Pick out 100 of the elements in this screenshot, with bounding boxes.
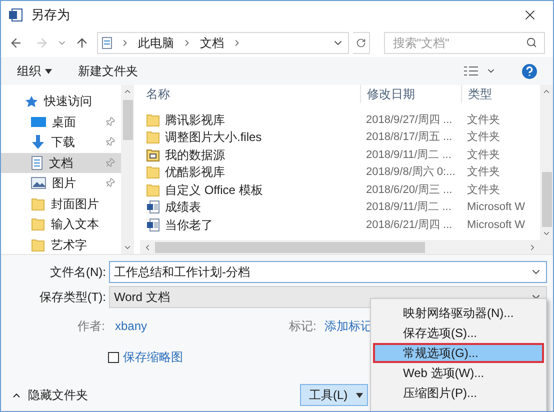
- document-icon: [146, 200, 160, 214]
- nav-item[interactable]: 图片: [1, 173, 121, 194]
- caret-icon: [356, 392, 363, 398]
- new-folder-button[interactable]: 新建文件夹: [78, 62, 138, 80]
- file-name: 当你老了: [165, 216, 213, 234]
- up-button[interactable]: [75, 36, 89, 50]
- breadcrumb[interactable]: 文档: [200, 34, 224, 52]
- back-button[interactable]: [9, 36, 23, 50]
- file-type: Microsoft W: [466, 218, 526, 232]
- nav-label: 文档: [49, 154, 73, 172]
- breadcrumb[interactable]: 此电脑: [138, 34, 174, 52]
- scroll-right-icon[interactable]: [528, 242, 537, 252]
- file-type: 文件夹: [466, 130, 501, 145]
- folder-icon: [146, 165, 160, 180]
- filename-label: 文件名(N):: [49, 264, 107, 281]
- refresh-icon: [356, 38, 366, 48]
- checkbox-label[interactable]: 保存缩略图: [123, 348, 183, 366]
- hide-folders-button[interactable]: 隐藏文件夹: [11, 386, 88, 404]
- file-row[interactable]: 优酷影视库 2018/9/8/周六 0:... 文件夹: [140, 164, 540, 181]
- scrollbar[interactable]: [121, 85, 134, 254]
- search-icon: [526, 37, 537, 48]
- scroll-down-icon[interactable]: [123, 243, 132, 252]
- nav-label: 桌面: [52, 114, 76, 131]
- file-date: 2018/9/27/周四 ...: [365, 112, 454, 128]
- nav-label: 图片: [52, 175, 76, 192]
- computer-icon: [102, 37, 112, 49]
- view-icon[interactable]: [464, 66, 478, 76]
- author-label: 作者:: [76, 318, 106, 335]
- scroll-up-icon[interactable]: [123, 87, 132, 96]
- search-field[interactable]: 搜索"文档": [384, 32, 545, 54]
- file-row[interactable]: 成绩表 2018/9/11/周二 ... Microsoft W: [140, 198, 540, 216]
- nav-item[interactable]: 艺术字: [1, 234, 121, 254]
- address-bar[interactable]: 此电脑 文档: [97, 32, 349, 54]
- author-link[interactable]: xbany: [115, 317, 279, 335]
- menu-item[interactable]: Web 选项(W)...: [373, 363, 544, 383]
- scroll-down-icon[interactable]: [542, 229, 551, 238]
- menu-item[interactable]: 常规选项(G)...: [373, 343, 544, 363]
- star-icon: [25, 94, 38, 108]
- file-name: 自定义 Office 模板: [165, 182, 263, 199]
- folder-icon: [31, 196, 45, 211]
- scroll-thumb[interactable]: [155, 242, 425, 252]
- file-date: 2018/9/8/周六 0:...: [365, 164, 456, 180]
- filename-field[interactable]: 工作总结和工作计划-分档: [109, 261, 547, 283]
- scroll-left-icon[interactable]: [143, 242, 152, 252]
- menu-item[interactable]: 保存选项(S)...: [373, 323, 544, 343]
- nav-label: 下载: [51, 134, 75, 152]
- file-row[interactable]: 调整图片大小.files 2018/8/17/周五 ... 文件夹: [140, 128, 540, 146]
- caret-icon: [45, 68, 52, 74]
- folder-icon: [31, 238, 45, 252]
- file-date: 2018/9/11/周二 ...: [365, 200, 452, 215]
- app-icon: [9, 8, 23, 22]
- refresh-button[interactable]: [352, 32, 370, 54]
- download-icon: [31, 135, 45, 150]
- file-date: 2018/6/21/周四 ...: [365, 218, 454, 232]
- file-row[interactable]: 当你老了 2018/6/21/周四 ... Microsoft W: [140, 216, 540, 234]
- column-header[interactable]: 修改日期: [360, 85, 461, 103]
- tags-label: 标记:: [289, 318, 316, 335]
- nav-item[interactable]: 文档: [1, 152, 121, 173]
- file-row[interactable]: 我的数据源 2018/9/11/周二 ... 文件夹: [140, 146, 540, 164]
- nav-item[interactable]: 下载: [1, 132, 121, 152]
- file-type: 文件夹: [466, 112, 501, 128]
- organize-button[interactable]: 组织: [17, 62, 52, 80]
- scrollbar[interactable]: [140, 240, 540, 254]
- folder-icon: [31, 217, 45, 232]
- scrollbar[interactable]: [540, 85, 553, 254]
- file-name: 成绩表: [165, 199, 201, 216]
- nav-item[interactable]: 快速访问: [1, 91, 121, 112]
- file-type: 文件夹: [466, 164, 501, 180]
- nav-item[interactable]: 输入文本: [1, 214, 121, 234]
- nav-item[interactable]: 桌面: [1, 112, 121, 132]
- type-label: 保存类型(T):: [38, 289, 107, 306]
- file-type: 文件夹: [466, 182, 501, 198]
- file-date: 2018/6/20/周三 ...: [365, 182, 454, 198]
- scroll-thumb[interactable]: [542, 172, 552, 227]
- checkbox[interactable]: [108, 352, 119, 362]
- file-date: 2018/8/17/周五 ...: [365, 130, 454, 145]
- nav-label: 快速访问: [44, 93, 92, 110]
- help-icon[interactable]: [522, 64, 537, 78]
- file-type: 文件夹: [466, 148, 501, 162]
- column-header[interactable]: 名称: [140, 85, 360, 103]
- scroll-thumb[interactable]: [122, 100, 132, 140]
- nav-label: 封面图片: [51, 196, 99, 213]
- file-row[interactable]: 腾讯影视库 2018/9/27/周四 ... 文件夹: [140, 111, 540, 128]
- nav-label: 艺术字: [51, 236, 87, 254]
- file-row[interactable]: 自定义 Office 模板 2018/6/20/周三 ... 文件夹: [140, 181, 540, 198]
- menu-item[interactable]: 压缩图片(P)...: [373, 383, 544, 403]
- scroll-up-icon[interactable]: [542, 87, 551, 96]
- document-icon: [146, 218, 160, 232]
- file-date: 2018/9/11/周二 ...: [365, 148, 452, 162]
- picture-icon: [31, 177, 46, 190]
- nav-item[interactable]: 封面图片: [1, 194, 121, 214]
- window-title: 另存为: [31, 6, 70, 24]
- file-name: 我的数据源: [165, 146, 225, 164]
- file-name: 优酷影视库: [165, 164, 225, 182]
- folder-icon: [146, 148, 160, 162]
- file-name: 腾讯影视库: [165, 112, 225, 129]
- tools-button[interactable]: 工具(L): [300, 384, 368, 406]
- folder-icon: [146, 112, 160, 127]
- file-name: 调整图片大小.files: [165, 129, 262, 146]
- nav-label: 输入文本: [51, 216, 99, 234]
